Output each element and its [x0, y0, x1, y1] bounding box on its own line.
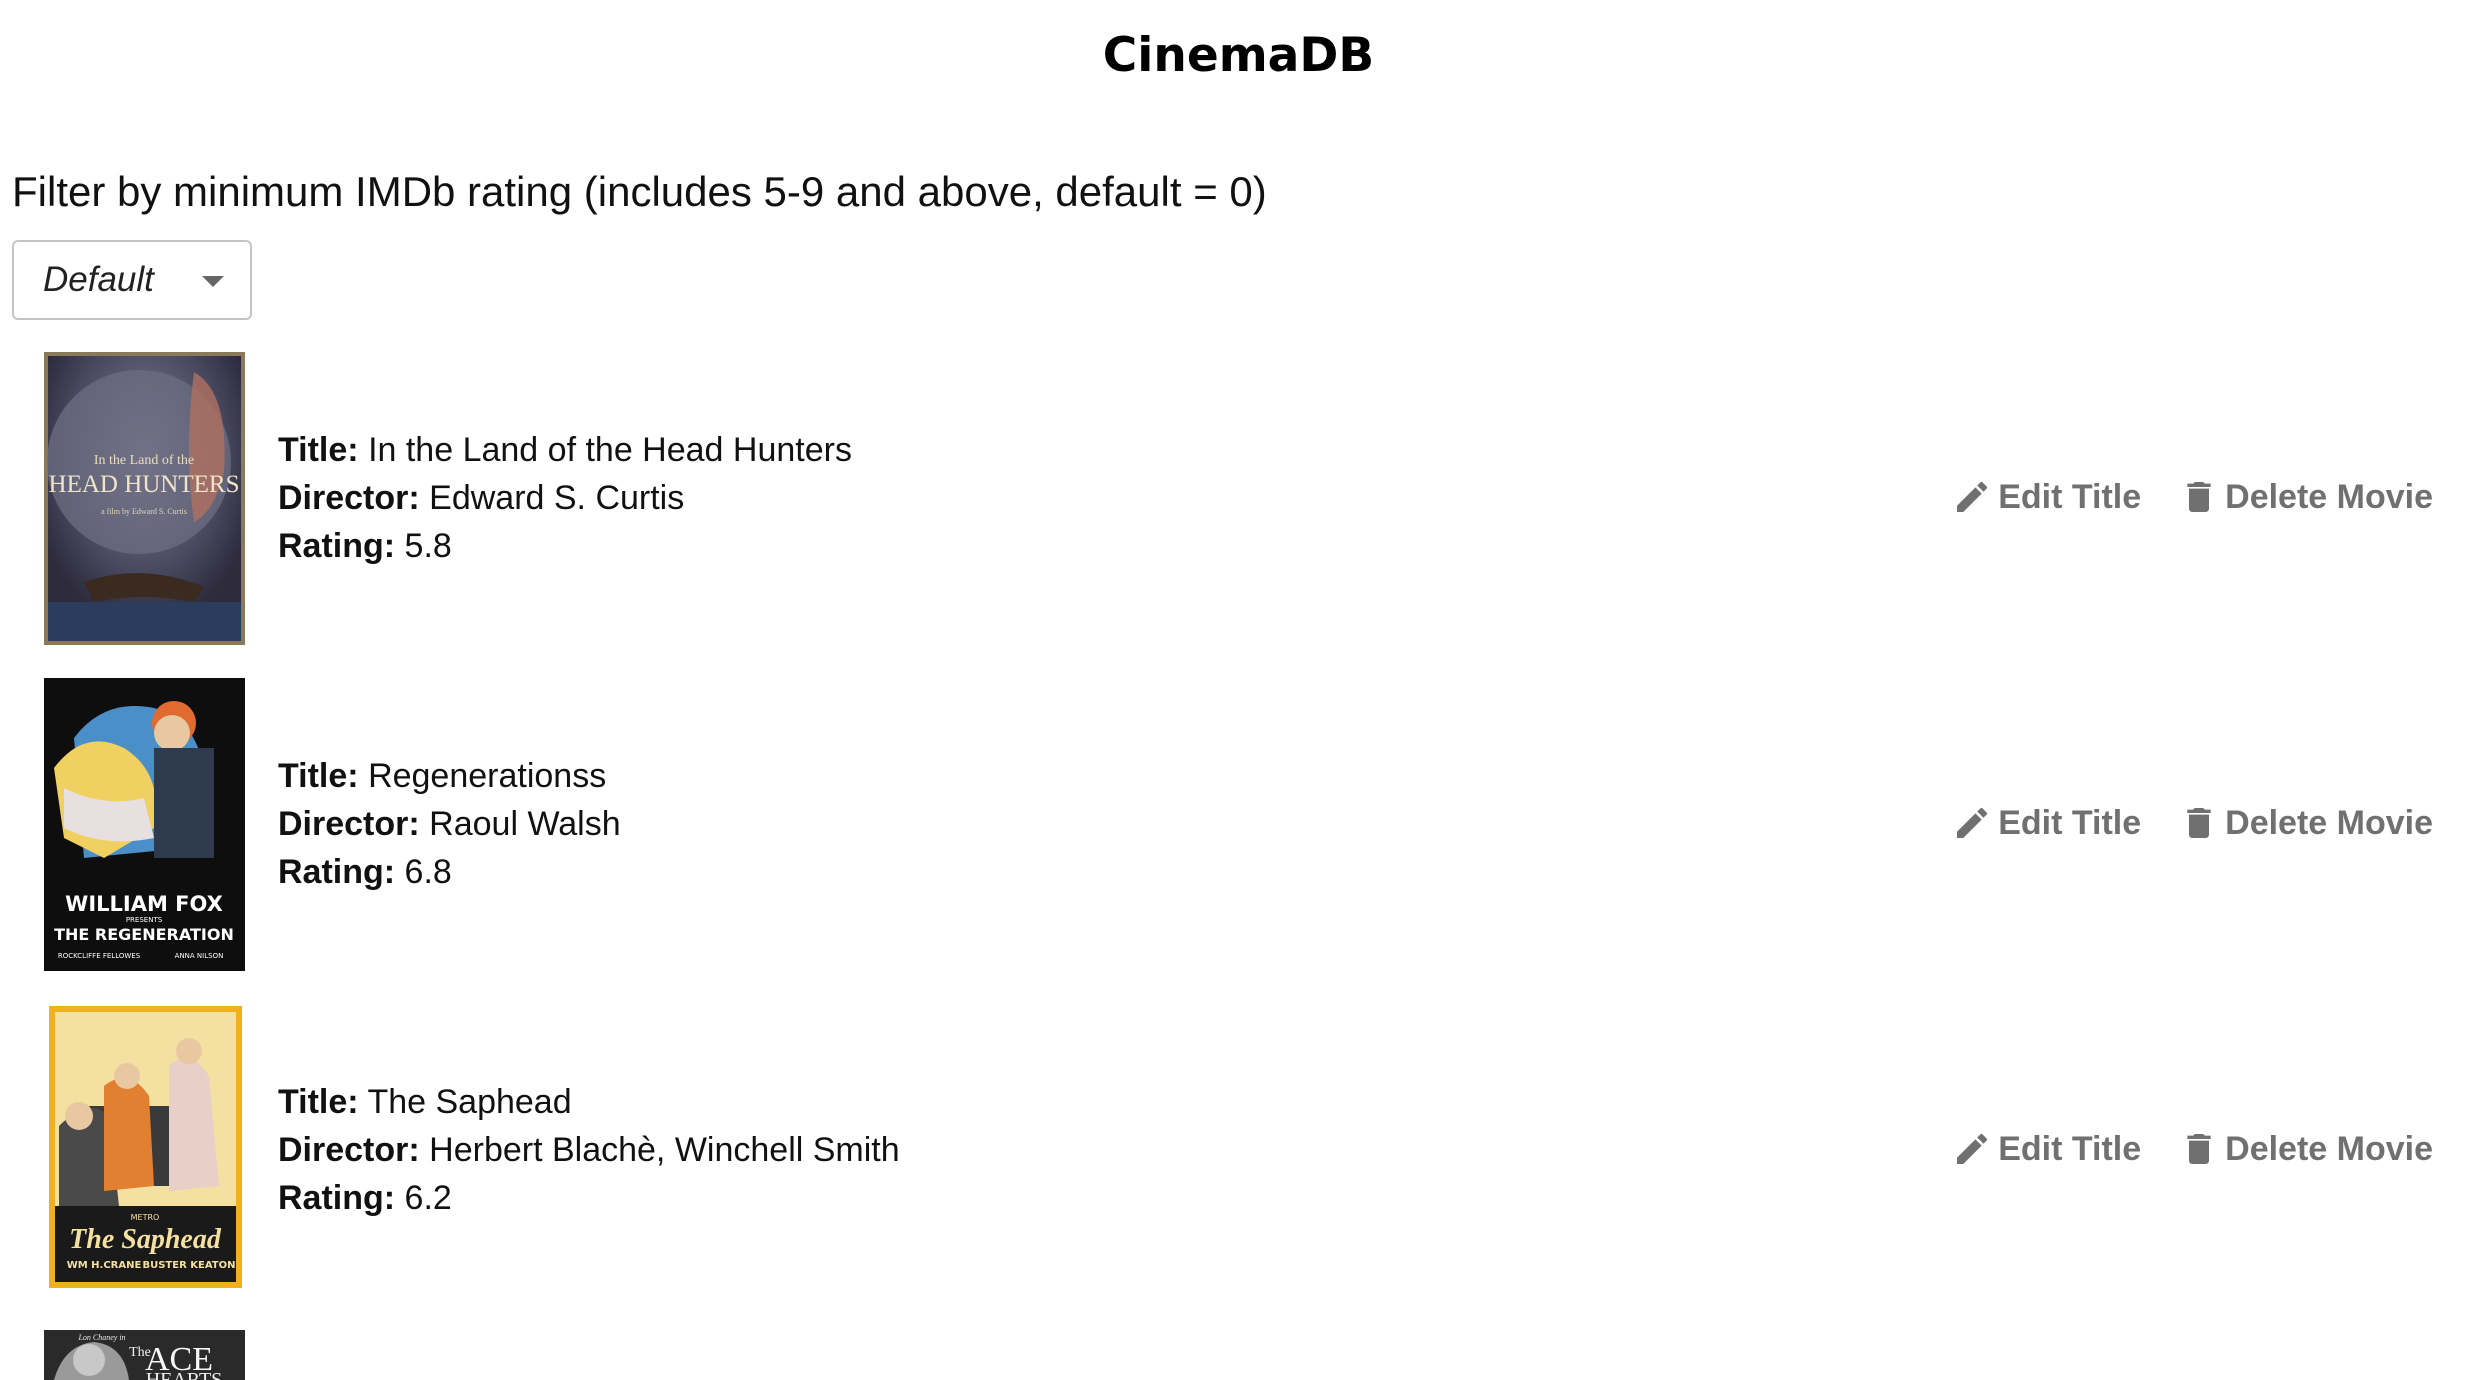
- movie-director: Herbert Blachè, Winchell Smith: [429, 1131, 900, 1169]
- movie-director-line: Director: Raoul Walsh: [278, 800, 621, 848]
- movie-row: WILLIAM FOX PRESENTS THE REGENERATION RO…: [0, 678, 2477, 973]
- movie-info: Title: In the Land of the Head Hunters D…: [278, 426, 852, 570]
- poster-text: METRO: [131, 1213, 160, 1222]
- title-label: Title:: [278, 757, 359, 795]
- poster-text: WM H.CRANE: [67, 1260, 142, 1271]
- delete-movie-label: Delete Movie: [2225, 1129, 2433, 1168]
- poster-text: BUSTER KEATON: [142, 1260, 235, 1271]
- trash-icon: [2187, 482, 2211, 512]
- poster-text: Lon Chaney in: [77, 1333, 125, 1342]
- edit-title-button[interactable]: Edit Title: [1952, 1129, 2141, 1169]
- delete-movie-button[interactable]: Delete Movie: [2179, 477, 2433, 517]
- movie-title: The Saphead: [367, 1083, 572, 1121]
- movie-title-line: Title: Regenerationss: [278, 752, 621, 800]
- poster-text: The Saphead: [69, 1224, 222, 1255]
- poster-text: WILLIAM FOX: [65, 892, 223, 916]
- delete-movie-label: Delete Movie: [2225, 477, 2433, 516]
- delete-movie-button[interactable]: Delete Movie: [2179, 1129, 2433, 1169]
- director-label: Director:: [278, 479, 420, 517]
- movie-title-line: Title: In the Land of the Head Hunters: [278, 426, 852, 474]
- title-label: Title:: [278, 431, 359, 469]
- movie-poster: Lon Chaney in The ACE HEARTS: [44, 1330, 245, 1380]
- movie-director: Edward S. Curtis: [429, 479, 685, 517]
- trash-icon: [2187, 1134, 2211, 1164]
- movie-poster: WILLIAM FOX PRESENTS THE REGENERATION RO…: [44, 678, 245, 971]
- pencil-icon: [1957, 1133, 1988, 1164]
- delete-movie-label: Delete Movie: [2225, 803, 2433, 842]
- movie-poster: In the Land of the HEAD HUNTERS a film b…: [44, 352, 245, 645]
- page-title: CinemaDB: [1102, 28, 1375, 83]
- trash-icon: [2187, 808, 2211, 838]
- movie-title: Regenerationss: [368, 757, 607, 795]
- rating-label: Rating:: [278, 1179, 396, 1217]
- movie-row: Lon Chaney in The ACE HEARTS: [0, 1330, 2477, 1380]
- movie-row: METRO The Saphead WM H.CRANE BUSTER KEAT…: [0, 1004, 2477, 1299]
- movie-info: Title: The Saphead Director: Herbert Bla…: [278, 1078, 900, 1222]
- movie-title-line: Title: The Saphead: [278, 1078, 900, 1126]
- movie-actions: Edit Title Delete Movie: [1914, 477, 2433, 517]
- movie-rating: 5.8: [404, 527, 452, 565]
- edit-title-button[interactable]: Edit Title: [1952, 803, 2141, 843]
- rating-filter-value: Default: [43, 260, 154, 299]
- poster-text: a film by Edward S. Curtis: [101, 507, 187, 516]
- poster-text: PRESENTS: [126, 916, 163, 924]
- movie-director-line: Director: Herbert Blachè, Winchell Smith: [278, 1126, 900, 1174]
- rating-label: Rating:: [278, 527, 396, 565]
- movie-poster: METRO The Saphead WM H.CRANE BUSTER KEAT…: [49, 1006, 242, 1288]
- movie-actions: Edit Title Delete Movie: [1914, 1129, 2433, 1169]
- poster-text: HEAD HUNTERS: [49, 471, 240, 498]
- movie-rating: 6.2: [404, 1179, 452, 1217]
- poster-text: HEARTS: [146, 1369, 223, 1380]
- poster-text: ROCKCLIFFE FELLOWES: [58, 952, 141, 960]
- caret-down-icon: [202, 276, 224, 287]
- movie-rating-line: Rating: 6.8: [278, 848, 621, 896]
- delete-movie-button[interactable]: Delete Movie: [2179, 803, 2433, 843]
- movie-actions: Edit Title Delete Movie: [1914, 803, 2433, 843]
- director-label: Director:: [278, 805, 420, 843]
- movie-rating: 6.8: [404, 853, 452, 891]
- rating-filter-label: Filter by minimum IMDb rating (includes …: [12, 168, 1267, 215]
- edit-title-label: Edit Title: [1998, 803, 2142, 842]
- pencil-icon: [1957, 807, 1988, 838]
- rating-label: Rating:: [278, 853, 396, 891]
- pencil-icon: [1957, 481, 1988, 512]
- movie-rating-line: Rating: 5.8: [278, 522, 852, 570]
- movie-rating-line: Rating: 6.2: [278, 1174, 900, 1222]
- movie-director-line: Director: Edward S. Curtis: [278, 474, 852, 522]
- edit-title-button[interactable]: Edit Title: [1952, 477, 2141, 517]
- poster-text: THE REGENERATION: [54, 925, 234, 944]
- poster-text: In the Land of the: [94, 453, 194, 468]
- edit-title-label: Edit Title: [1998, 477, 2142, 516]
- rating-filter-select[interactable]: Default: [12, 240, 252, 320]
- edit-title-label: Edit Title: [1998, 1129, 2142, 1168]
- director-label: Director:: [278, 1131, 420, 1169]
- title-label: Title:: [278, 1083, 359, 1121]
- movie-director: Raoul Walsh: [429, 805, 621, 843]
- movie-title: In the Land of the Head Hunters: [368, 431, 852, 469]
- cinemadb-page: CinemaDB Filter by minimum IMDb rating (…: [0, 0, 2477, 1380]
- poster-text: ANNA NILSON: [175, 952, 224, 960]
- movie-info: Title: Regenerationss Director: Raoul Wa…: [278, 752, 621, 896]
- movie-row: In the Land of the HEAD HUNTERS a film b…: [0, 352, 2477, 647]
